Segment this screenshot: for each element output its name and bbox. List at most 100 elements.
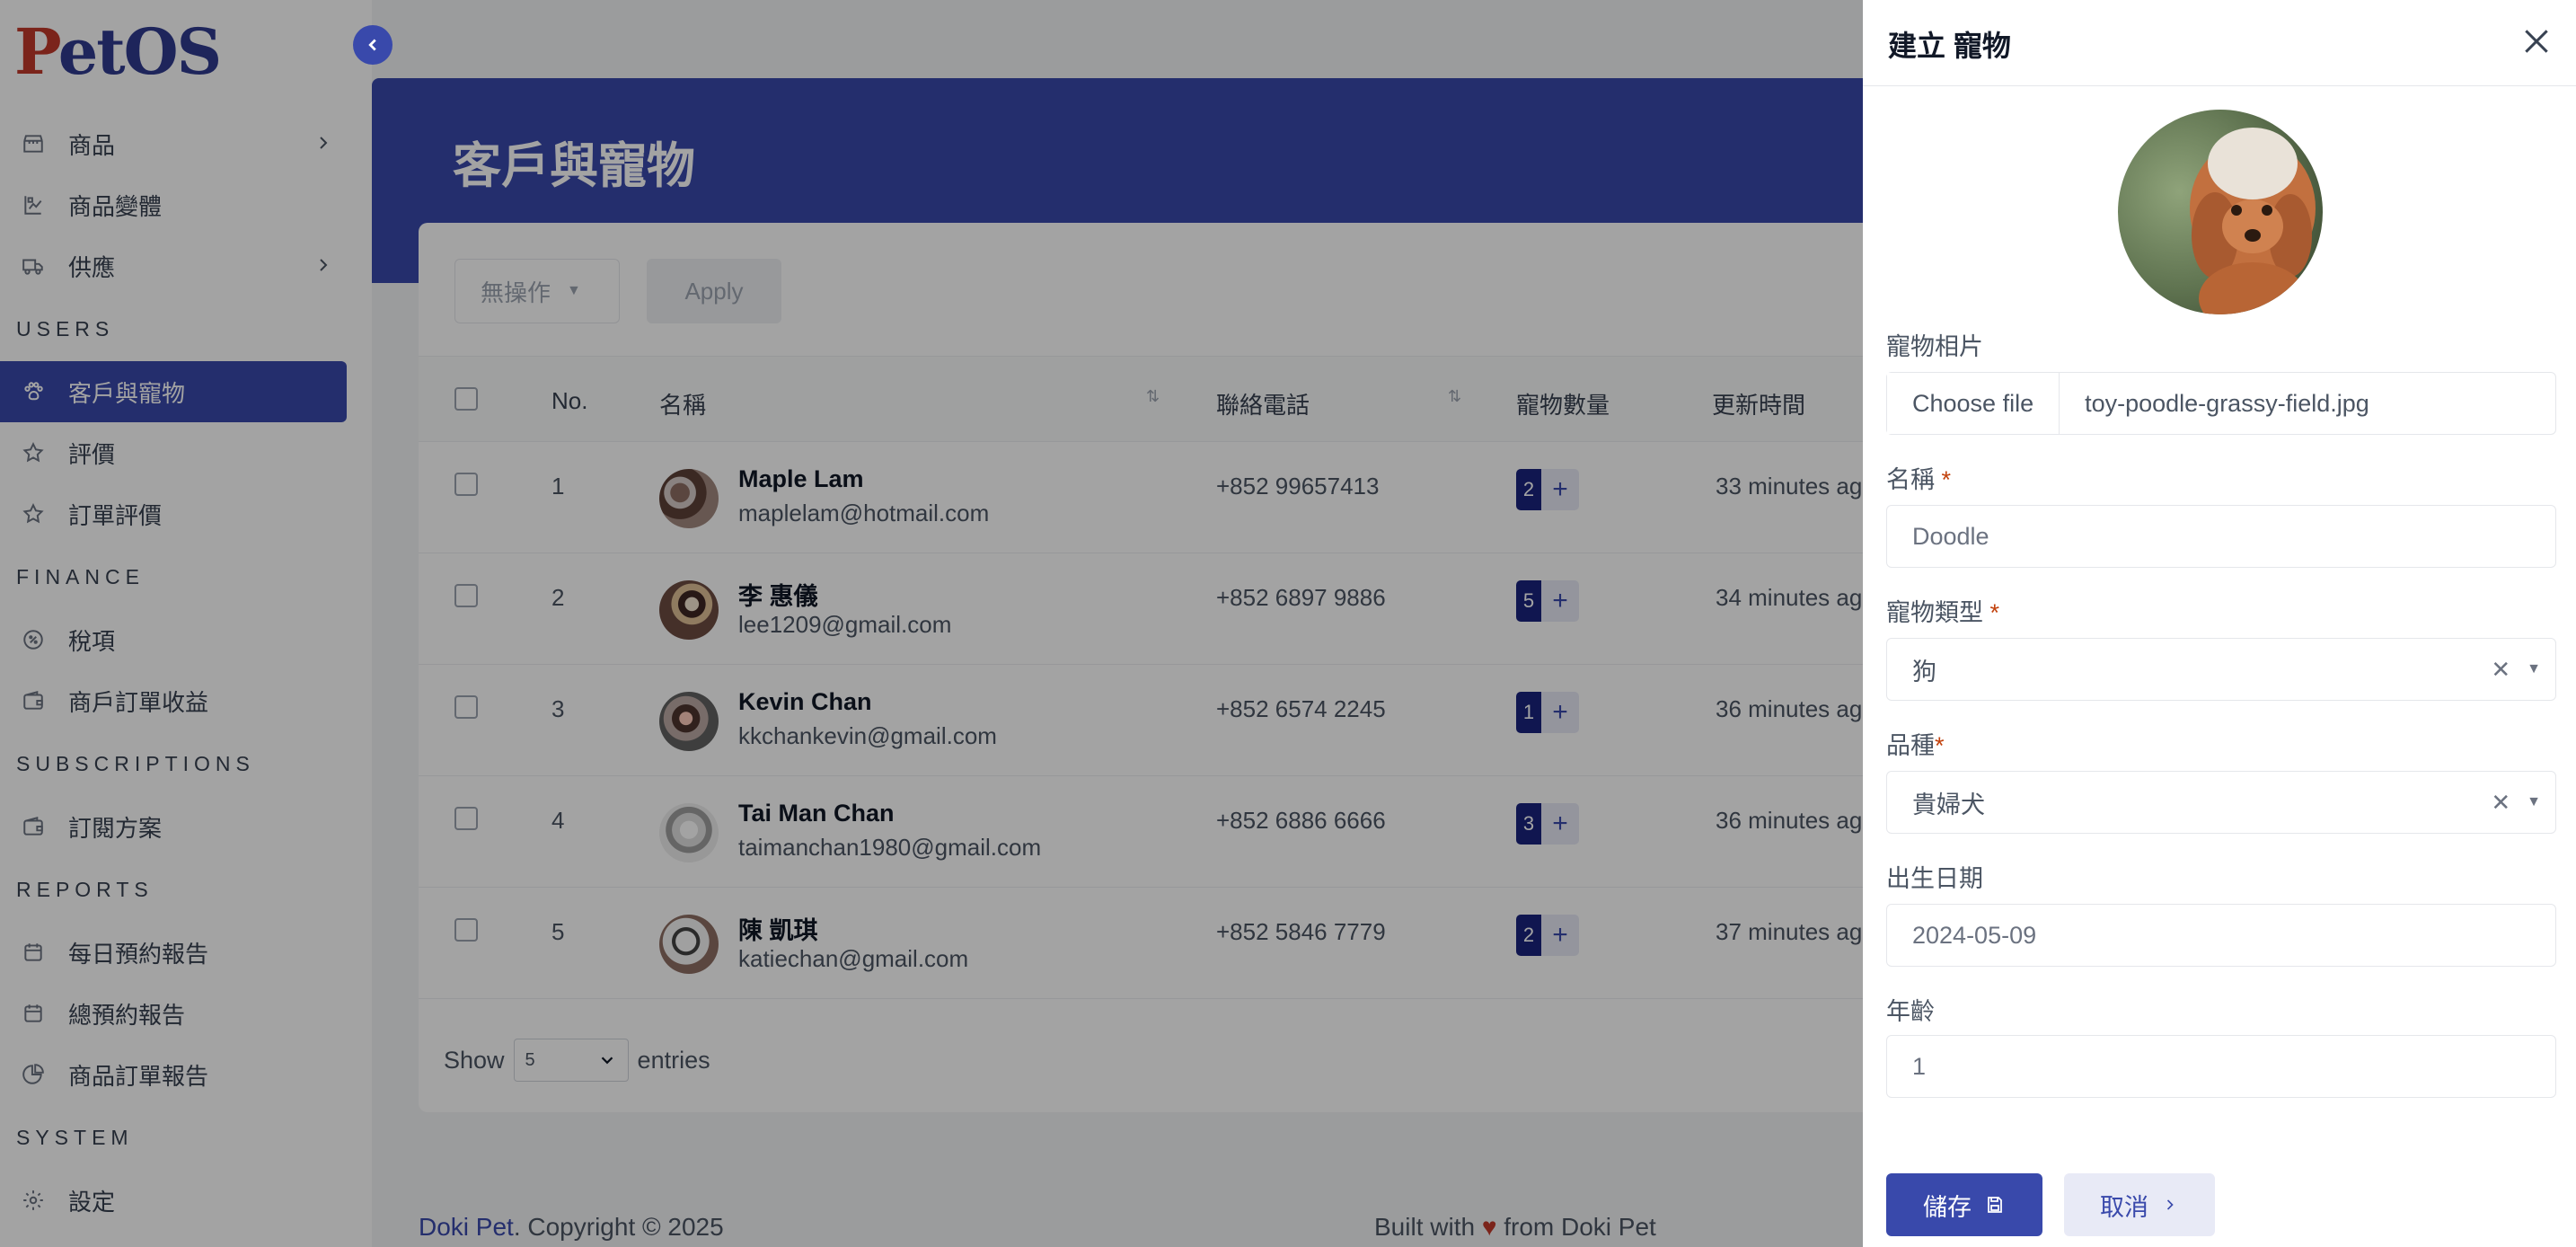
bulk-actions-toolbar: 無操作 ▼ Apply [454, 259, 781, 323]
copyright-text: . Copyright © 2025 [513, 1213, 724, 1241]
pet-count: 5 + [1516, 580, 1579, 622]
sidebar-item-label: 訂閱方案 [68, 814, 163, 842]
customer-name[interactable]: Tai Man Chan [738, 800, 895, 827]
page-size-select[interactable]: 5 [513, 1039, 629, 1082]
row-checkbox[interactable] [454, 918, 478, 942]
row-checkbox[interactable] [454, 584, 478, 607]
avatar [659, 469, 719, 528]
drawer-header: 建立 寵物 [1863, 0, 2576, 86]
sidebar-item-supply[interactable]: 供應 [0, 235, 372, 296]
apply-button[interactable]: Apply [647, 259, 781, 323]
page-size-control: Show 5 entries [444, 1039, 710, 1082]
header-pet-count: 寵物數量 [1516, 392, 1610, 419]
add-pet-button[interactable]: + [1541, 915, 1579, 956]
row-checkbox[interactable] [454, 473, 478, 496]
caret-down-icon[interactable]: ▼ [2527, 661, 2541, 677]
pet-photo-file-input[interactable]: Choose file toy-poodle-grassy-field.jpg [1886, 372, 2556, 435]
sidebar-item-order-reviews[interactable]: 訂單評價 [0, 483, 372, 544]
avatar [659, 803, 719, 862]
sort-icon[interactable]: ⇅ [1448, 387, 1461, 406]
header-name[interactable]: 名稱 [659, 387, 706, 420]
customer-email: katiechan@gmail.com [738, 945, 969, 972]
sidebar-item-total-booking-report[interactable]: 總預約報告 [0, 983, 372, 1044]
add-pet-button[interactable]: + [1541, 803, 1579, 845]
breed-value: 貴婦犬 [1912, 791, 1985, 818]
avatar [659, 580, 719, 640]
header-no[interactable]: No. [551, 387, 587, 415]
birth-date-input[interactable]: 2024-05-09 [1886, 904, 2556, 967]
bulk-action-select[interactable]: 無操作 ▼ [454, 259, 620, 323]
breed-select[interactable]: 貴婦犬 ✕ ▼ [1886, 771, 2556, 834]
footer-brand-link[interactable]: Doki Pet [419, 1213, 514, 1241]
customer-email: kkchankevin@gmail.com [738, 722, 997, 749]
wallet-icon [22, 689, 45, 712]
show-label: Show [444, 1046, 505, 1074]
age-label: 年齡 [1886, 998, 1935, 1025]
header-updated[interactable]: 更新時間 [1712, 387, 1805, 420]
sidebar-item-tax[interactable]: 稅項 [0, 609, 372, 670]
sidebar-item-products[interactable]: 商品 [0, 113, 372, 174]
variants-icon [22, 193, 45, 217]
breed-label: 品種* [1886, 726, 1945, 761]
heart-icon: ♥ [1481, 1213, 1497, 1241]
built-suffix: from Doki Pet [1504, 1213, 1656, 1241]
chevron-right-icon [2166, 1199, 2174, 1210]
save-icon [1988, 1197, 2002, 1213]
sidebar-item-variants[interactable]: 商品變體 [0, 174, 372, 235]
row-no: 2 [551, 584, 565, 611]
cancel-label: 取消 [2100, 1193, 2148, 1221]
cancel-button[interactable]: 取消 [2064, 1173, 2215, 1236]
header-phone[interactable]: 聯絡電話 [1216, 387, 1310, 420]
caret-down-icon[interactable]: ▼ [2527, 794, 2541, 810]
add-pet-button[interactable]: + [1541, 692, 1579, 733]
add-pet-button[interactable]: + [1541, 580, 1579, 622]
sidebar-item-label: 每日預約報告 [68, 940, 209, 968]
sidebar-item-label: 商品訂單報告 [68, 1062, 209, 1090]
sidebar-item-label: 訂單評價 [68, 501, 163, 529]
pet-name-input[interactable]: Doodle [1886, 505, 2556, 568]
bulk-action-value: 無操作 [481, 279, 551, 306]
gear-icon [22, 1189, 45, 1212]
built-prefix: Built with [1374, 1213, 1476, 1241]
customer-name[interactable]: Kevin Chan [738, 688, 872, 716]
sidebar-item-product-order-report[interactable]: 商品訂單報告 [0, 1044, 372, 1105]
calendar-icon [22, 941, 45, 964]
sidebar-item-label: 商戶訂單收益 [68, 688, 209, 716]
row-no: 4 [551, 807, 565, 834]
row-checkbox[interactable] [454, 695, 478, 719]
built-with: Built with ♥ from Doki Pet [1374, 1213, 1656, 1242]
sort-icon[interactable]: ⇅ [1146, 387, 1160, 406]
save-button[interactable]: 儲存 [1886, 1173, 2042, 1236]
clear-icon[interactable]: ✕ [2491, 789, 2510, 817]
sidebar-item-subscription-plans[interactable]: 訂閱方案 [0, 796, 372, 857]
pet-type-select[interactable]: 狗 ✕ ▼ [1886, 638, 2556, 701]
add-pet-button[interactable]: + [1541, 469, 1579, 510]
page-title: 客戶與寵物 [453, 139, 695, 193]
pet-count-badge: 1 [1516, 692, 1541, 733]
sidebar-item-reviews[interactable]: 評價 [0, 422, 372, 483]
row-no: 5 [551, 918, 565, 945]
sidebar-collapse-button[interactable] [353, 25, 393, 65]
sidebar-item-settings[interactable]: 設定 [0, 1170, 372, 1231]
petos-logo[interactable]: PetOS [14, 14, 222, 89]
pet-photo-label: 寵物相片 [1886, 333, 1983, 360]
customer-name[interactable]: Maple Lam [738, 465, 864, 493]
name-label-text: 名稱 [1886, 466, 1935, 493]
sidebar-item-label: 商品變體 [68, 192, 163, 220]
sidebar-item-daily-booking-report[interactable]: 每日預約報告 [0, 922, 372, 983]
select-all-checkbox[interactable] [454, 387, 478, 411]
sidebar-item-customers-pets[interactable]: 客戶與寵物 [0, 361, 347, 422]
row-no: 3 [551, 695, 565, 722]
row-checkbox[interactable] [454, 807, 478, 830]
choose-file-button[interactable]: Choose file [1887, 373, 2060, 434]
sidebar-item-merchant-revenue[interactable]: 商戶訂單收益 [0, 670, 372, 731]
drawer-title: 建立 寵物 [1888, 30, 2011, 62]
age-input[interactable]: 1 [1886, 1035, 2556, 1098]
pet-count: 3 + [1516, 803, 1579, 845]
customer-name[interactable]: 李 惠儀 [738, 577, 818, 612]
customer-name[interactable]: 陳 凱琪 [738, 911, 818, 946]
sidebar: PetOS 商品 商品變體 供應 USERS 客戶與寵物 評價 訂單評價 FIN… [0, 0, 372, 1247]
required-marker: * [1935, 732, 1945, 759]
close-button[interactable] [2519, 23, 2554, 59]
clear-icon[interactable]: ✕ [2491, 656, 2510, 684]
